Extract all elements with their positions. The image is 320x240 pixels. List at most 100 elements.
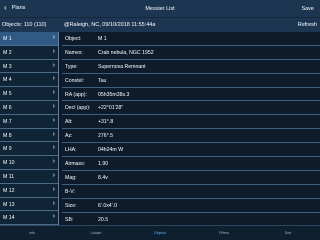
list-item[interactable]: M 2 › (0, 45, 58, 60)
list-item[interactable]: M 8 › (0, 128, 58, 143)
tab-label: Objects (153, 231, 167, 235)
detail-row: Constel: Tau (62, 74, 320, 88)
list-item-label: M 11 (3, 173, 15, 180)
detail-value: +31°.8 (98, 119, 114, 126)
detail-value: 8.4v (98, 174, 108, 181)
chevron-right-icon: › (52, 130, 55, 138)
list-item-label: M 13 (3, 201, 15, 208)
list-item-label: M 7 (3, 118, 12, 125)
chevron-right-icon: › (52, 158, 55, 166)
list-item-label: M 14 (3, 215, 15, 222)
chevron-right-icon: › (52, 213, 55, 221)
list-item-label: M 8 (3, 132, 12, 139)
list-item-label: M 5 (3, 91, 12, 98)
list-item[interactable]: M 5 › (0, 87, 58, 101)
tab-sort[interactable]: Sort (256, 226, 320, 240)
chevron-right-icon: › (52, 116, 55, 124)
tab-locate[interactable]: Locate (64, 226, 128, 240)
detail-label: Decl (app): (65, 105, 91, 112)
chevron-right-icon: › (52, 171, 55, 179)
detail-row: Az: 276°.5 (62, 129, 320, 144)
chevron-right-icon: › (52, 34, 55, 41)
detail-row: Size: 6'.0x4'.0 (62, 199, 320, 213)
tab-label: Sort (284, 231, 292, 235)
list-item[interactable]: M 9 › (0, 142, 58, 157)
detail-value: 276°.5 (98, 133, 114, 140)
detail-row: Decl (app): +22°01'28" (62, 101, 320, 116)
tab-bar: Info Locate Objects Filters Sort (0, 225, 320, 240)
list-item[interactable]: M 1 › (0, 32, 58, 46)
detail-value: Tau (98, 77, 107, 84)
tab-objects[interactable]: Objects (128, 226, 192, 240)
list-item-label: M 9 (3, 146, 12, 153)
tab-label: Info (29, 231, 35, 235)
detail-value: 6'.0x4'.0 (98, 202, 117, 209)
chevron-right-icon: › (52, 47, 55, 55)
list-item-label: M 4 (3, 77, 12, 84)
detail-row: B-V: (62, 185, 320, 199)
tab-filters[interactable]: Filters (192, 226, 256, 240)
list-item[interactable]: M 7 › (0, 114, 58, 129)
save-button[interactable]: Save (301, 6, 314, 12)
object-count: Objects: 110 (110) (2, 22, 47, 28)
detail-value: 1.90 (98, 161, 109, 168)
detail-row: Alt: +31°.8 (62, 115, 320, 130)
list-item-label: M 12 (3, 187, 15, 194)
list-item[interactable]: M 11 › (0, 169, 58, 184)
detail-row: RA (app): 05h35m38s.3 (62, 88, 320, 102)
navbar: ‹ Plans Messier List Save (0, 0, 320, 18)
list-item[interactable]: M 6 › (0, 100, 58, 115)
detail-label: Names: (65, 49, 83, 56)
chevron-right-icon: › (52, 185, 55, 193)
detail-value: Crab nebula, NGC 1952 (98, 49, 154, 56)
list-item-label: M 2 (3, 49, 12, 56)
detail-label: Object: (65, 36, 82, 42)
list-item-label: M 10 (3, 160, 15, 167)
detail-label: Alt: (65, 119, 73, 126)
list-item[interactable]: M 14 › (0, 211, 58, 225)
page-title: Messier List (145, 6, 175, 12)
list-item[interactable]: M 3 › (0, 59, 58, 74)
detail-value: 20.5 (98, 216, 109, 223)
detail-value: Supernova Remnant (98, 63, 146, 70)
detail-row: Airmass: 1.90 (62, 157, 320, 171)
detail-row: LHA: 04h24m W (62, 143, 320, 158)
object-details: Object: M 1 Names: Crab nebula, NGC 1952 Typ… (60, 32, 320, 225)
detail-value: 05h35m38s.3 (98, 91, 130, 98)
list-item[interactable]: M 13 › (0, 197, 58, 212)
list-item-label: M 1 (3, 36, 12, 42)
chevron-right-icon: › (52, 61, 55, 69)
list-item[interactable]: M 12 › (0, 183, 58, 198)
detail-label: RA (app): (65, 91, 87, 98)
detail-label: Size: (65, 202, 77, 209)
detail-label: LHA: (65, 147, 77, 154)
detail-label: Az: (65, 133, 73, 140)
detail-label: Airmass: (65, 161, 86, 168)
list-item-label: M 3 (3, 63, 12, 70)
detail-label: Mag: (65, 174, 77, 181)
object-list: M 1 › M 2 › M 3 › M 4 › M 5 › M 6 › M 7 › M 8 › M 9 › M 10… (0, 32, 59, 225)
subheader: Objects: 110 (110) @Raleigh, NC, 09/10/2… (0, 18, 320, 32)
detail-row: Names: Crab nebula, NGC 1952 (62, 46, 320, 60)
detail-row: Mag: 8.4v (62, 171, 320, 185)
detail-label: Type: (65, 63, 78, 70)
detail-row: Object: M 1 (62, 32, 320, 46)
list-item[interactable]: M 4 › (0, 73, 58, 88)
detail-label: Constel: (65, 77, 85, 84)
tab-info[interactable]: Info (0, 226, 64, 240)
chevron-right-icon: › (52, 199, 55, 207)
list-item[interactable]: M 10 › (0, 156, 58, 170)
detail-value: 04h24m W (98, 147, 124, 154)
chevron-right-icon: › (52, 102, 55, 110)
detail-row: SB: 20.5 (62, 213, 320, 225)
tab-label: Locate (90, 231, 102, 235)
list-item-label: M 6 (3, 104, 12, 111)
detail-label: B-V: (65, 188, 75, 195)
refresh-button[interactable]: Refresh (298, 22, 317, 28)
detail-label: SB: (65, 216, 74, 223)
chevron-right-icon: › (52, 144, 55, 152)
chevron-right-icon: › (52, 89, 55, 97)
detail-row: Type: Supernova Remnant (62, 60, 320, 74)
detail-value: M 1 (98, 36, 107, 42)
location-time: @Raleigh, NC, 09/10/2018 11:55:44a (64, 22, 156, 28)
